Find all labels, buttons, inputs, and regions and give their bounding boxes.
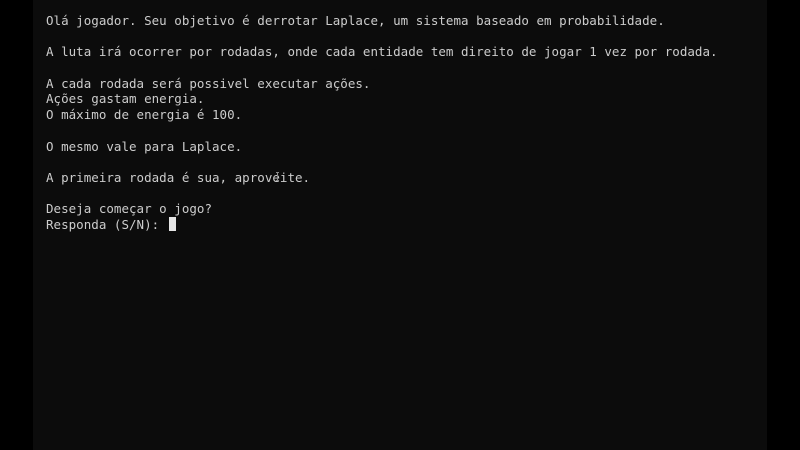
screen: Olá jogador. Seu objetivo é derrotar Lap… — [0, 0, 800, 450]
output-line-first-round: A primeira rodada é sua, aproveite. — [46, 169, 311, 185]
output-line-blank — [46, 123, 767, 139]
output-line-question: Deseja começar o jogo? — [46, 201, 213, 217]
output-line-blank — [46, 154, 767, 170]
output-line-blank — [46, 60, 767, 76]
output-line-energy-cost: Ações gastam energia. — [46, 91, 205, 107]
input-prompt-line[interactable]: Responda (S/N): — [46, 216, 767, 233]
output-line-energy-max: O máximo de energia é 100. — [46, 107, 243, 123]
text-cursor-icon[interactable] — [168, 216, 176, 231]
ibeam-mouse-cursor-icon — [276, 172, 279, 181]
output-line-blank — [46, 186, 767, 202]
output-line-rounds: A luta irá ocorrer por rodadas, onde cad… — [46, 44, 718, 60]
prompt-label: Responda (S/N): — [46, 216, 167, 232]
output-line-welcome: Olá jogador. Seu objetivo é derrotar Lap… — [46, 13, 665, 28]
output-line-laplace: O mesmo vale para Laplace. — [46, 138, 243, 154]
output-line-blank — [46, 29, 767, 45]
terminal-window[interactable]: Olá jogador. Seu objetivo é derrotar Lap… — [33, 0, 767, 450]
output-line-actions: A cada rodada será possivel executar açõ… — [46, 75, 371, 91]
